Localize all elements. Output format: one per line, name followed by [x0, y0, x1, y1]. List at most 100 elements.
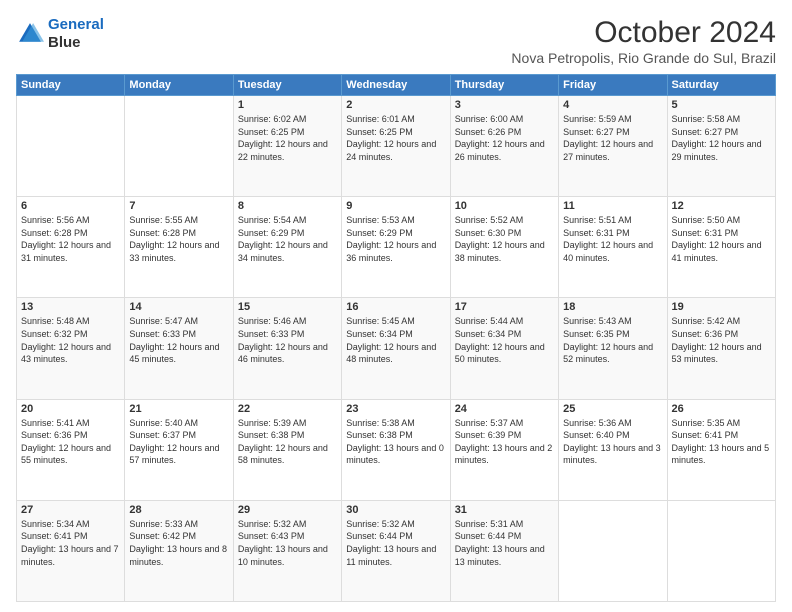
day-info: Sunrise: 5:54 AMSunset: 6:29 PMDaylight:… — [238, 214, 337, 264]
day-number: 29 — [238, 504, 337, 516]
calendar-cell: 3Sunrise: 6:00 AMSunset: 6:26 PMDaylight… — [450, 96, 558, 197]
calendar-cell: 1Sunrise: 6:02 AMSunset: 6:25 PMDaylight… — [233, 96, 341, 197]
calendar-cell: 21 Sunrise: 5:40 AMSunset: 6:37 PMDayligh… — [125, 399, 233, 500]
month-title: October 2024 — [511, 16, 776, 50]
day-info: Sunrise: 5:48 AMSunset: 6:32 PMDaylight:… — [21, 315, 120, 365]
day-info: Sunrise: 6:01 AMSunset: 6:25 PMDaylight:… — [346, 113, 445, 163]
day-number: 26 — [672, 403, 771, 415]
day-number: 25 — [563, 403, 662, 415]
day-info: Sunrise: 5:52 AMSunset: 6:30 PMDaylight:… — [455, 214, 554, 264]
weekday-header: Monday — [125, 75, 233, 96]
day-info: Sunrise: 5:34 AMSunset: 6:41 PMDaylight:… — [21, 518, 120, 568]
weekday-header: Tuesday — [233, 75, 341, 96]
weekday-header: Saturday — [667, 75, 775, 96]
day-number: 18 — [563, 301, 662, 313]
calendar-cell: 14 Sunrise: 5:47 AMSunset: 6:33 PMDayligh… — [125, 298, 233, 399]
day-number: 27 — [21, 504, 120, 516]
day-number: 14 — [129, 301, 228, 313]
weekday-header: Friday — [559, 75, 667, 96]
calendar-table: SundayMondayTuesdayWednesdayThursdayFrid… — [16, 74, 776, 602]
day-info: Sunrise: 5:53 AMSunset: 6:29 PMDaylight:… — [346, 214, 445, 264]
day-number: 16 — [346, 301, 445, 313]
day-info: Sunrise: 5:38 AMSunset: 6:38 PMDaylight:… — [346, 417, 445, 467]
day-number: 30 — [346, 504, 445, 516]
calendar-cell: 13 Sunrise: 5:48 AMSunset: 6:32 PMDayligh… — [17, 298, 125, 399]
day-number: 21 — [129, 403, 228, 415]
day-number: 8 — [238, 200, 337, 212]
title-block: October 2024 Nova Petropolis, Rio Grande… — [511, 16, 776, 66]
day-info: Sunrise: 5:45 AMSunset: 6:34 PMDaylight:… — [346, 315, 445, 365]
calendar-cell — [17, 96, 125, 197]
day-number: 9 — [346, 200, 445, 212]
day-info: Sunrise: 5:37 AMSunset: 6:39 PMDaylight:… — [455, 417, 554, 467]
calendar-header-row: SundayMondayTuesdayWednesdayThursdayFrid… — [17, 75, 776, 96]
logo-text: General Blue — [48, 16, 104, 52]
calendar-cell: 28 Sunrise: 5:33 AMSunset: 6:42 PMDayligh… — [125, 500, 233, 601]
calendar-cell: 22Sunrise: 5:39 AMSunset: 6:38 PMDayligh… — [233, 399, 341, 500]
day-info: Sunrise: 5:41 AMSunset: 6:36 PMDaylight:… — [21, 417, 120, 467]
day-number: 4 — [563, 99, 662, 111]
calendar-cell: 7 Sunrise: 5:55 AMSunset: 6:28 PMDaylight… — [125, 197, 233, 298]
calendar-cell: 16 Sunrise: 5:45 AMSunset: 6:34 PMDayligh… — [342, 298, 450, 399]
day-info: Sunrise: 5:44 AMSunset: 6:34 PMDaylight:… — [455, 315, 554, 365]
day-number: 10 — [455, 200, 554, 212]
calendar-cell — [667, 500, 775, 601]
calendar-cell: 15 Sunrise: 5:46 AMSunset: 6:33 PMDayligh… — [233, 298, 341, 399]
day-info: Sunrise: 5:46 AMSunset: 6:33 PMDaylight:… — [238, 315, 337, 365]
day-info: Sunrise: 5:59 AMSunset: 6:27 PMDaylight:… — [563, 113, 662, 163]
day-info: Sunrise: 5:56 AMSunset: 6:28 PMDaylight:… — [21, 214, 120, 264]
day-info: Sunrise: 6:00 AMSunset: 6:26 PMDaylight:… — [455, 113, 554, 163]
day-info: Sunrise: 5:40 AMSunset: 6:37 PMDaylight:… — [129, 417, 228, 467]
day-info: Sunrise: 5:47 AMSunset: 6:33 PMDaylight:… — [129, 315, 228, 365]
page-header: General Blue October 2024 Nova Petropoli… — [16, 16, 776, 66]
day-info: Sunrise: 5:35 AMSunset: 6:41 PMDaylight:… — [672, 417, 771, 467]
day-number: 15 — [238, 301, 337, 313]
weekday-header: Thursday — [450, 75, 558, 96]
logo: General Blue — [16, 16, 104, 52]
page-container: General Blue October 2024 Nova Petropoli… — [0, 0, 792, 612]
calendar-cell — [125, 96, 233, 197]
calendar-cell: 30 Sunrise: 5:32 AMSunset: 6:44 PMDayligh… — [342, 500, 450, 601]
calendar-cell: 26 Sunrise: 5:35 AMSunset: 6:41 PMDayligh… — [667, 399, 775, 500]
calendar-cell: 27 Sunrise: 5:34 AMSunset: 6:41 PMDayligh… — [17, 500, 125, 601]
day-info: Sunrise: 5:42 AMSunset: 6:36 PMDaylight:… — [672, 315, 771, 365]
weekday-header: Sunday — [17, 75, 125, 96]
calendar-cell: 24 Sunrise: 5:37 AMSunset: 6:39 PMDayligh… — [450, 399, 558, 500]
calendar-cell: 29 Sunrise: 5:32 AMSunset: 6:43 PMDayligh… — [233, 500, 341, 601]
day-info: Sunrise: 5:55 AMSunset: 6:28 PMDaylight:… — [129, 214, 228, 264]
day-number: 17 — [455, 301, 554, 313]
calendar-cell: 2Sunrise: 6:01 AMSunset: 6:25 PMDaylight… — [342, 96, 450, 197]
calendar-week-row: 1Sunrise: 6:02 AMSunset: 6:25 PMDaylight… — [17, 96, 776, 197]
weekday-header: Wednesday — [342, 75, 450, 96]
calendar-cell: 6 Sunrise: 5:56 AMSunset: 6:28 PMDaylight… — [17, 197, 125, 298]
day-info: Sunrise: 5:39 AMSunset: 6:38 PMDaylight:… — [238, 417, 337, 467]
day-info: Sunrise: 5:36 AMSunset: 6:40 PMDaylight:… — [563, 417, 662, 467]
day-number: 7 — [129, 200, 228, 212]
day-number: 13 — [21, 301, 120, 313]
location-title: Nova Petropolis, Rio Grande do Sul, Braz… — [511, 50, 776, 66]
day-info: Sunrise: 5:50 AMSunset: 6:31 PMDaylight:… — [672, 214, 771, 264]
day-info: Sunrise: 5:32 AMSunset: 6:44 PMDaylight:… — [346, 518, 445, 568]
day-info: Sunrise: 5:32 AMSunset: 6:43 PMDaylight:… — [238, 518, 337, 568]
logo-icon — [16, 20, 44, 48]
calendar-week-row: 6 Sunrise: 5:56 AMSunset: 6:28 PMDaylight… — [17, 197, 776, 298]
day-number: 6 — [21, 200, 120, 212]
calendar-cell: 31 Sunrise: 5:31 AMSunset: 6:44 PMDayligh… — [450, 500, 558, 601]
day-number: 1 — [238, 99, 337, 111]
day-info: Sunrise: 5:33 AMSunset: 6:42 PMDaylight:… — [129, 518, 228, 568]
day-number: 31 — [455, 504, 554, 516]
day-number: 19 — [672, 301, 771, 313]
calendar-cell: 12Sunrise: 5:50 AMSunset: 6:31 PMDayligh… — [667, 197, 775, 298]
calendar-cell — [559, 500, 667, 601]
calendar-cell: 11 Sunrise: 5:51 AMSunset: 6:31 PMDayligh… — [559, 197, 667, 298]
day-info: Sunrise: 5:51 AMSunset: 6:31 PMDaylight:… — [563, 214, 662, 264]
calendar-cell: 5Sunrise: 5:58 AMSunset: 6:27 PMDaylight… — [667, 96, 775, 197]
calendar-cell: 8 Sunrise: 5:54 AMSunset: 6:29 PMDaylight… — [233, 197, 341, 298]
day-number: 28 — [129, 504, 228, 516]
calendar-cell: 20 Sunrise: 5:41 AMSunset: 6:36 PMDayligh… — [17, 399, 125, 500]
day-number: 20 — [21, 403, 120, 415]
day-number: 24 — [455, 403, 554, 415]
day-number: 23 — [346, 403, 445, 415]
day-info: Sunrise: 5:31 AMSunset: 6:44 PMDaylight:… — [455, 518, 554, 568]
day-number: 11 — [563, 200, 662, 212]
